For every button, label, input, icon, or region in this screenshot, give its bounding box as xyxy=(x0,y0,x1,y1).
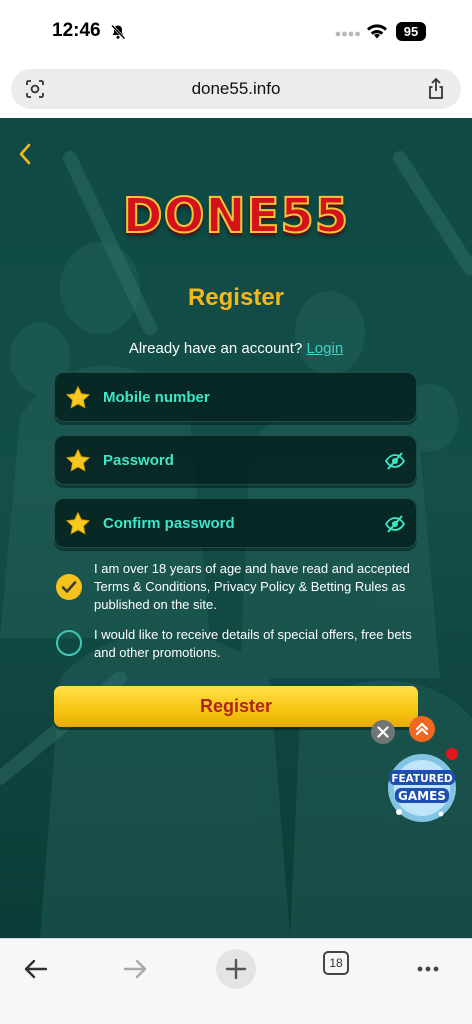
share-icon[interactable] xyxy=(427,78,445,100)
close-featured-button[interactable] xyxy=(371,720,395,744)
bell-slash-icon xyxy=(111,24,126,40)
confirm-password-field[interactable]: Confirm password xyxy=(54,498,417,548)
plus-icon xyxy=(225,958,247,980)
promotions-text: I would like to receive details of speci… xyxy=(94,627,412,660)
signal-icon xyxy=(335,31,360,37)
age-terms-text: I am over 18 years of age and have read … xyxy=(94,561,410,612)
tabs-button[interactable]: 18 xyxy=(323,951,349,975)
eye-slash-icon[interactable] xyxy=(384,513,406,535)
new-tab-button[interactable] xyxy=(216,949,256,989)
browser-toolbar: 18 xyxy=(0,938,472,1024)
back-chevron-icon[interactable] xyxy=(16,142,34,166)
featured-line2: GAMES xyxy=(398,789,446,803)
mobile-number-field[interactable]: Mobile number xyxy=(54,372,417,422)
forward-arrow-icon[interactable] xyxy=(115,949,155,989)
register-button[interactable]: Register xyxy=(54,686,418,727)
url-text[interactable]: done55.info xyxy=(11,79,461,99)
wifi-icon xyxy=(367,24,387,39)
password-label: Password xyxy=(103,452,174,469)
back-arrow-icon[interactable] xyxy=(16,949,56,989)
address-bar[interactable]: done55.info xyxy=(11,69,461,109)
login-link[interactable]: Login xyxy=(306,340,343,357)
status-bar: 12:46 95 xyxy=(0,0,472,62)
mobile-number-label: Mobile number xyxy=(103,389,210,406)
login-prompt-text: Already have an account? xyxy=(128,340,303,357)
eye-slash-icon[interactable] xyxy=(384,450,406,472)
promotions-checkbox[interactable] xyxy=(56,630,82,656)
check-icon xyxy=(61,581,77,593)
status-time: 12:46 xyxy=(52,20,101,41)
star-icon xyxy=(65,385,91,409)
scroll-top-button[interactable] xyxy=(409,716,435,742)
close-icon xyxy=(377,726,389,738)
brand-logo: DONE55 xyxy=(122,187,350,245)
star-icon xyxy=(65,448,91,472)
password-field[interactable]: Password xyxy=(54,435,417,485)
age-terms-checkbox[interactable] xyxy=(56,574,82,600)
more-icon[interactable] xyxy=(408,949,448,989)
chevrons-up-icon xyxy=(415,722,429,736)
page-title: Register xyxy=(187,284,285,311)
login-prompt: Already have an account? Login xyxy=(0,340,472,357)
register-page: DONE55 Register Already have an account?… xyxy=(0,118,472,938)
star-icon xyxy=(65,511,91,535)
confirm-password-label: Confirm password xyxy=(103,515,235,532)
featured-line1: FEATURED xyxy=(391,773,453,785)
notification-dot xyxy=(446,748,458,760)
battery-indicator: 95 xyxy=(396,22,426,41)
